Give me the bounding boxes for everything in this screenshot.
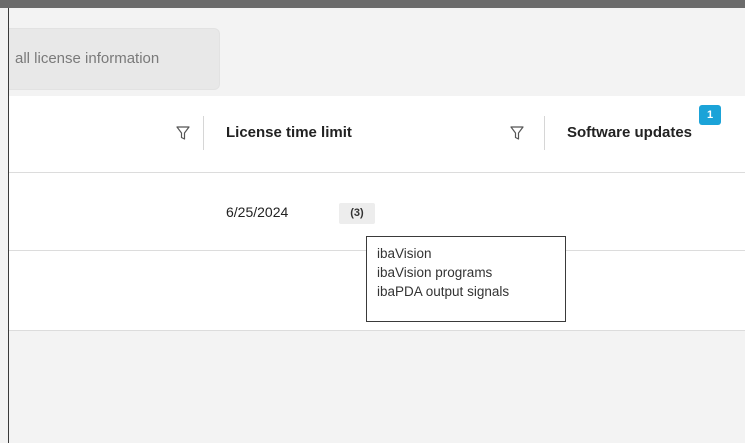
- column-separator[interactable]: [544, 116, 545, 150]
- limit-tooltip: ibaVision ibaVision programs ibaPDA outp…: [366, 236, 566, 322]
- window-left-border: [8, 8, 9, 443]
- all-license-information-button[interactable]: all license information: [9, 28, 220, 90]
- filter-icon[interactable]: [509, 124, 525, 142]
- tooltip-item: ibaVision: [377, 246, 432, 261]
- grid-header: License time limit Software updates: [9, 96, 745, 173]
- column-header-software-updates[interactable]: Software updates: [567, 124, 692, 141]
- column-header-license-time-limit[interactable]: License time limit: [226, 124, 352, 141]
- tooltip-item: ibaPDA output signals: [377, 284, 510, 299]
- column-separator[interactable]: [203, 116, 204, 150]
- tooltip-item: ibaVision programs: [377, 265, 493, 280]
- software-updates-badge[interactable]: 1: [699, 105, 721, 125]
- window-top-bar: [0, 0, 745, 8]
- license-time-limit-value: 6/25/2024: [226, 204, 289, 220]
- filter-icon[interactable]: [175, 124, 191, 142]
- limit-count-badge[interactable]: (3): [339, 203, 375, 224]
- toolbar: all license information: [9, 8, 745, 96]
